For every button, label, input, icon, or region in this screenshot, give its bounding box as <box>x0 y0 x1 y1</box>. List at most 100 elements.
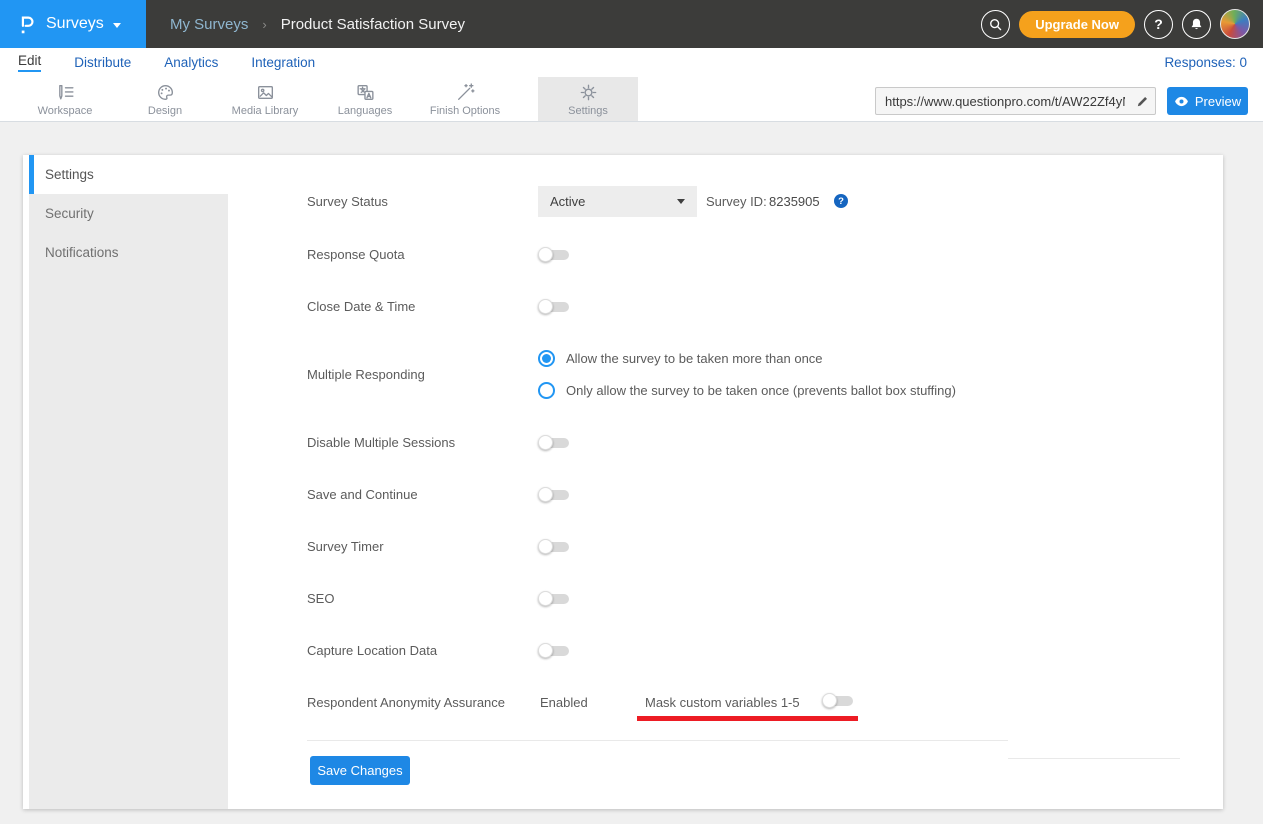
tab-integration[interactable]: Integration <box>251 55 315 70</box>
survey-status-value: Active <box>550 194 677 209</box>
magic-wand-icon <box>455 82 476 103</box>
settings-panel: Settings Security Notifications Survey S… <box>23 155 1223 809</box>
section-divider <box>307 740 1008 741</box>
survey-status-select[interactable]: Active <box>538 186 697 217</box>
settings-sidebar: Settings Security Notifications <box>29 155 228 809</box>
survey-id-label: Survey ID: <box>706 194 767 209</box>
toggle-knob <box>538 487 553 502</box>
toolbar-item-label: Workspace <box>38 105 93 117</box>
sidebar-item-label: Notifications <box>45 245 119 260</box>
breadcrumb: My Surveys › Product Satisfaction Survey <box>170 16 465 33</box>
survey-timer-toggle[interactable] <box>538 539 569 555</box>
sidebar-item-label: Settings <box>45 167 94 182</box>
toolbar-item-design[interactable]: Design <box>115 77 215 121</box>
breadcrumb-parent-link[interactable]: My Surveys <box>170 16 248 33</box>
toolbar-item-label: Design <box>148 105 182 117</box>
tab-edit[interactable]: Edit <box>18 53 41 72</box>
tab-analytics[interactable]: Analytics <box>164 55 218 70</box>
gear-icon <box>578 82 599 103</box>
survey-url-input[interactable] <box>876 94 1129 109</box>
toggle-knob <box>538 539 553 554</box>
page-title: Product Satisfaction Survey <box>281 16 465 33</box>
survey-id-help-icon[interactable]: ? <box>834 194 848 208</box>
close-date-time-label: Close Date & Time <box>307 299 415 314</box>
response-quota-toggle[interactable] <box>538 247 569 263</box>
upgrade-now-button[interactable]: Upgrade Now <box>1019 11 1135 38</box>
bell-icon <box>1188 16 1205 33</box>
capture-location-data-label: Capture Location Data <box>307 643 437 658</box>
capture-location-data-toggle[interactable] <box>538 643 569 659</box>
toolbar-item-finish-options[interactable]: Finish Options <box>415 77 515 121</box>
question-mark-icon: ? <box>1154 16 1163 32</box>
toolbar-item-languages[interactable]: Languages <box>315 77 415 121</box>
radio-label: Allow the survey to be taken more than o… <box>566 351 823 366</box>
mask-custom-variables-label: Mask custom variables 1-5 <box>645 695 800 710</box>
section-divider <box>1008 758 1180 759</box>
anonymity-status: Enabled <box>540 695 588 710</box>
notifications-button[interactable] <box>1182 10 1211 39</box>
survey-nav: Edit Distribute Analytics Integration Re… <box>0 48 1263 77</box>
response-quota-label: Response Quota <box>307 247 405 262</box>
disable-multiple-sessions-label: Disable Multiple Sessions <box>307 435 455 450</box>
toolbar-item-label: Finish Options <box>430 105 500 117</box>
seo-label: SEO <box>307 591 334 606</box>
survey-id-value: 8235905 <box>769 194 820 209</box>
image-icon <box>255 82 276 103</box>
toggle-knob <box>538 247 553 262</box>
toolbar-item-label: Languages <box>338 105 392 117</box>
sidebar-item-label: Security <box>45 206 94 221</box>
toolbar-item-workspace[interactable]: Workspace <box>15 77 115 121</box>
product-name: Surveys <box>46 15 104 33</box>
highlight-underline <box>637 716 858 721</box>
header-actions: Upgrade Now ? <box>981 9 1250 39</box>
sidebar-item-notifications[interactable]: Notifications <box>29 233 228 272</box>
radio-only-once[interactable] <box>538 382 555 399</box>
pencil-icon <box>1135 94 1150 109</box>
sidebar-item-security[interactable]: Security <box>29 194 228 233</box>
search-button[interactable] <box>981 10 1010 39</box>
save-changes-button[interactable]: Save Changes <box>310 756 410 785</box>
radio-option-row: Allow the survey to be taken more than o… <box>538 350 823 367</box>
workspace-icon <box>55 82 76 103</box>
chevron-down-icon <box>113 23 121 28</box>
responses-count[interactable]: Responses: 0 <box>1164 55 1247 70</box>
sidebar-item-settings[interactable]: Settings <box>29 155 228 194</box>
close-date-time-toggle[interactable] <box>538 299 569 315</box>
seo-toggle[interactable] <box>538 591 569 607</box>
toolbar-item-media-library[interactable]: Media Library <box>215 77 315 121</box>
survey-url-field <box>875 87 1156 115</box>
help-button[interactable]: ? <box>1144 10 1173 39</box>
questionpro-logo-icon <box>17 12 37 36</box>
radio-option-row: Only allow the survey to be taken once (… <box>538 382 956 399</box>
preview-label: Preview <box>1195 94 1241 109</box>
survey-status-label: Survey Status <box>307 194 388 209</box>
radio-allow-multiple[interactable] <box>538 350 555 367</box>
active-indicator <box>29 155 34 194</box>
anonymity-assurance-label: Respondent Anonymity Assurance <box>307 695 505 710</box>
tab-distribute[interactable]: Distribute <box>74 55 131 70</box>
toggle-knob <box>538 591 553 606</box>
toggle-knob <box>538 299 553 314</box>
radio-label: Only allow the survey to be taken once (… <box>566 383 956 398</box>
save-and-continue-toggle[interactable] <box>538 487 569 503</box>
translate-icon <box>355 82 376 103</box>
mask-custom-variables-toggle[interactable] <box>822 693 853 709</box>
palette-icon <box>155 82 176 103</box>
top-header: Surveys My Surveys › Product Satisfactio… <box>0 0 1263 48</box>
toolbar-item-settings[interactable]: Settings <box>538 77 638 121</box>
breadcrumb-separator: › <box>262 17 266 32</box>
caret-down-icon <box>677 199 685 204</box>
preview-button[interactable]: Preview <box>1167 87 1248 115</box>
toolbar-item-label: Settings <box>568 105 608 117</box>
survey-timer-label: Survey Timer <box>307 539 384 554</box>
multiple-responding-label: Multiple Responding <box>307 367 425 382</box>
save-and-continue-label: Save and Continue <box>307 487 418 502</box>
avatar[interactable] <box>1220 9 1250 39</box>
product-switcher[interactable]: Surveys <box>0 0 146 48</box>
toggle-knob <box>822 693 837 708</box>
disable-multiple-sessions-toggle[interactable] <box>538 435 569 451</box>
eye-icon <box>1174 96 1189 107</box>
edit-url-button[interactable] <box>1129 88 1155 114</box>
toolbar-item-label: Media Library <box>232 105 299 117</box>
toggle-knob <box>538 435 553 450</box>
